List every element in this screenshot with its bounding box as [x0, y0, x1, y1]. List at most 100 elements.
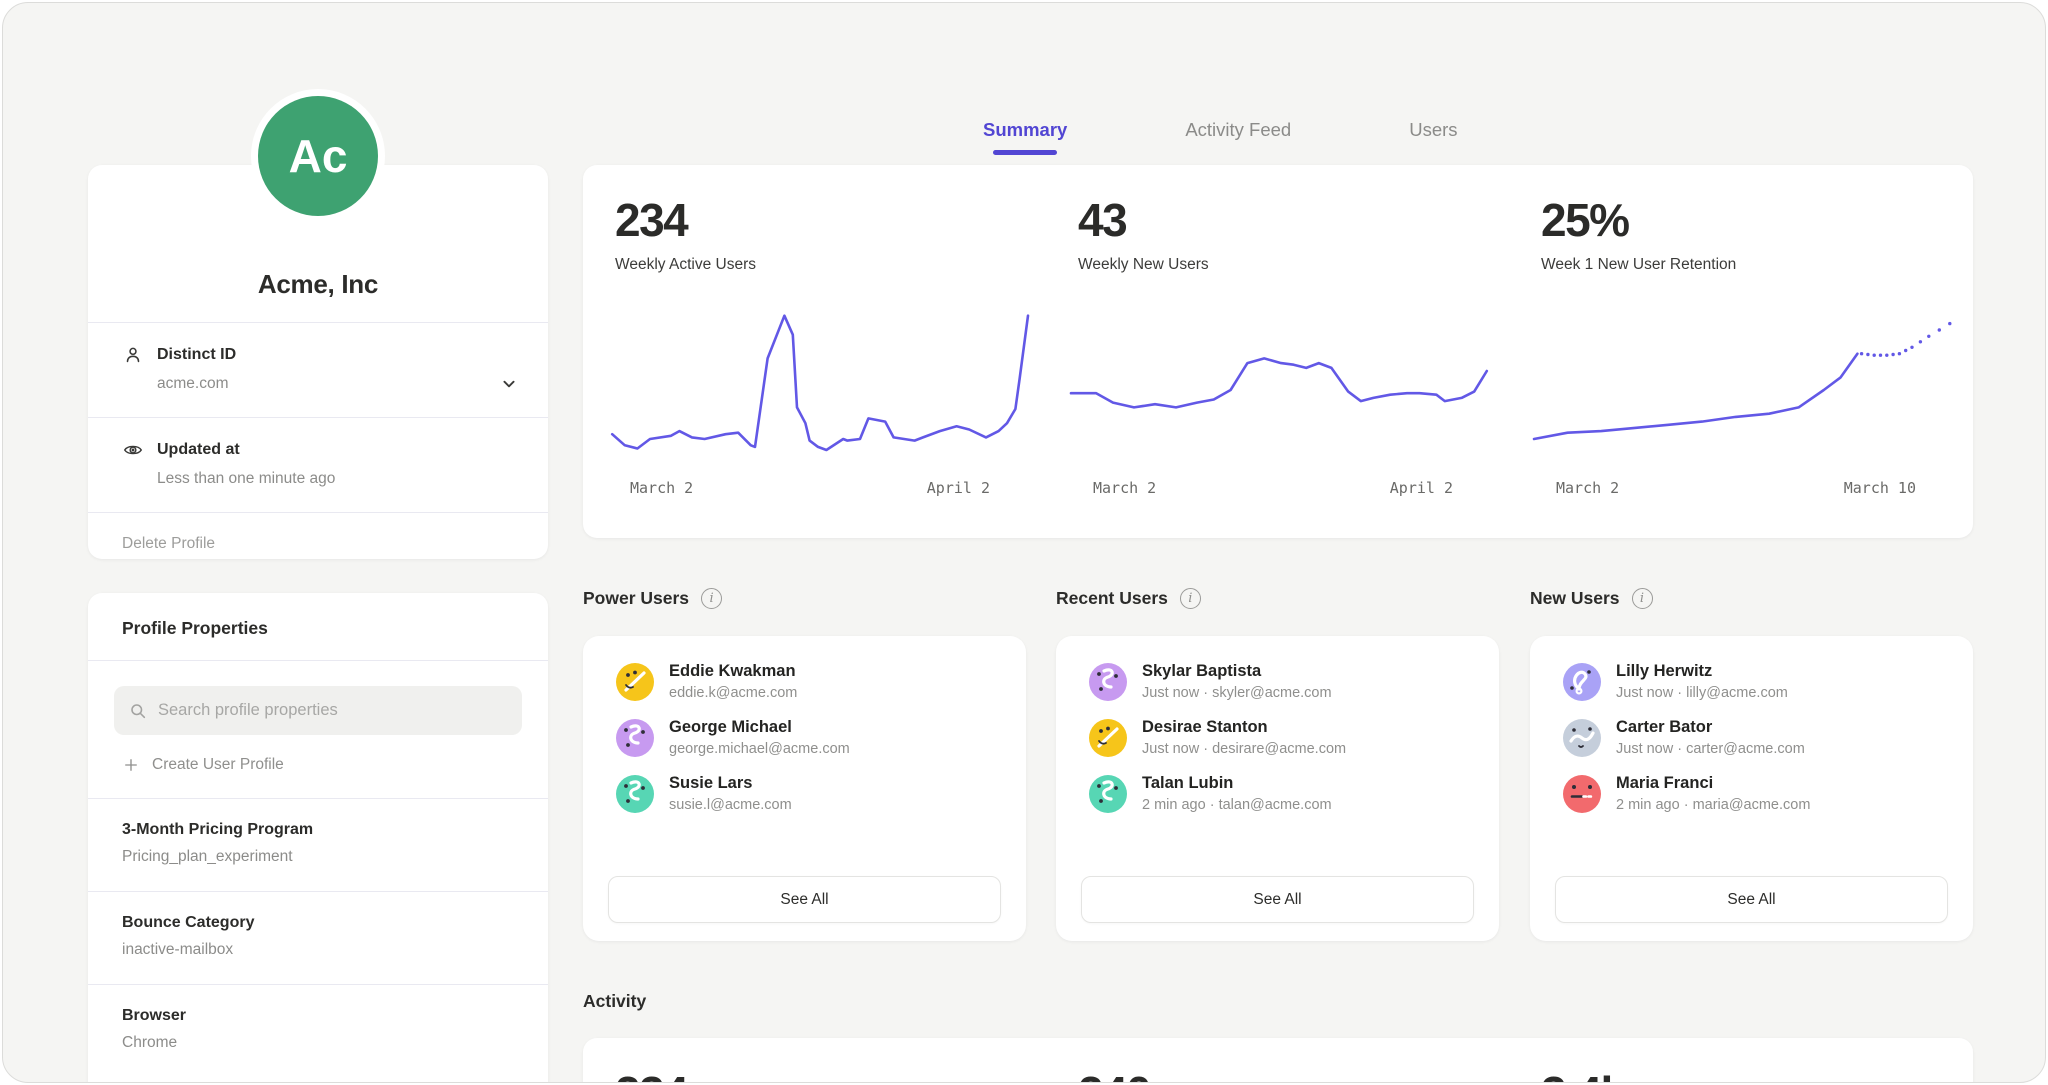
avatar-face-icon	[616, 663, 654, 701]
profile-card: Acme, Inc Distinct ID acme.com Updated a…	[88, 165, 548, 559]
user-list-item[interactable]: Skylar Baptista Just now · skyler@acme.c…	[1089, 662, 1469, 701]
power-users-heading: Power Users i	[583, 588, 722, 609]
property-value: inactive-mailbox	[122, 941, 514, 959]
distinct-id-row[interactable]: Distinct ID acme.com	[88, 322, 548, 417]
see-all-button[interactable]: See All	[608, 876, 1001, 923]
user-subtitle: eddie.k@acme.com	[669, 685, 797, 701]
user-avatar	[1563, 719, 1601, 757]
sparkline-weekly-new-users: March 2 April 2	[1071, 311, 1491, 497]
activity-card: 234 240 3.4k	[583, 1038, 1973, 1083]
delete-profile-button[interactable]: Delete Profile	[88, 512, 548, 575]
property-row[interactable]: Bounce Category inactive-mailbox	[88, 891, 548, 984]
stat-weekly-new-users: 43 Weekly New Users	[1078, 197, 1209, 274]
search-box[interactable]	[114, 686, 522, 735]
property-row[interactable]: 3-Month Pricing Program Pricing_plan_exp…	[88, 798, 548, 891]
user-avatar	[1089, 775, 1127, 813]
section-title: New Users	[1530, 588, 1620, 609]
tab-summary[interactable]: Summary	[983, 119, 1067, 155]
user-name: Desirae Stanton	[1142, 718, 1346, 737]
stat-label: Weekly Active Users	[615, 256, 756, 274]
property-row[interactable]: Browser Chrome	[88, 984, 548, 1077]
avatar-face-icon	[1089, 775, 1127, 813]
x-tick: March 2	[1556, 479, 1619, 497]
property-name: 3-Month Pricing Program	[122, 821, 514, 839]
stat-value: 234	[615, 197, 756, 243]
stat-label: Weekly New Users	[1078, 256, 1209, 274]
create-user-profile-button[interactable]: Create User Profile	[88, 735, 548, 798]
avatar-face-icon	[1089, 663, 1127, 701]
create-user-profile-label: Create User Profile	[152, 756, 284, 774]
user-list-item[interactable]: Carter Bator Just now · carter@acme.com	[1563, 718, 1943, 757]
chevron-down-icon[interactable]	[498, 373, 520, 395]
stat-weekly-active-users: 234 Weekly Active Users	[615, 197, 756, 274]
stat-week1-retention: 25% Week 1 New User Retention	[1541, 197, 1736, 274]
user-list-item[interactable]: Desirae Stanton Just now · desirare@acme…	[1089, 718, 1469, 757]
avatar-face-icon	[1563, 663, 1601, 701]
avatar-face-icon	[1563, 719, 1601, 757]
info-icon[interactable]: i	[701, 588, 722, 609]
property-name: Browser	[122, 1007, 514, 1025]
user-subtitle: Just now · carter@acme.com	[1616, 741, 1805, 757]
tab-users[interactable]: Users	[1409, 119, 1457, 155]
tab-activity-feed[interactable]: Activity Feed	[1185, 119, 1291, 155]
avatar-face-icon	[616, 719, 654, 757]
user-list: Skylar Baptista Just now · skyler@acme.c…	[1056, 636, 1499, 813]
updated-at-row: Updated at Less than one minute ago	[88, 417, 548, 512]
user-name: Skylar Baptista	[1142, 662, 1332, 681]
property-value: Pricing_plan_experiment	[122, 848, 514, 866]
user-subtitle: george.michael@acme.com	[669, 741, 850, 757]
stat-value: 240	[1078, 1070, 1150, 1083]
search-profile-properties-input[interactable]	[158, 701, 508, 720]
recent-users-card: Skylar Baptista Just now · skyler@acme.c…	[1056, 636, 1499, 941]
avatar-face-icon	[1089, 719, 1127, 757]
user-list: Eddie Kwakman eddie.k@acme.com George Mi…	[583, 636, 1026, 813]
user-subtitle: Just now · desirare@acme.com	[1142, 741, 1346, 757]
see-all-button[interactable]: See All	[1555, 876, 1948, 923]
user-avatar	[1563, 663, 1601, 701]
user-list-item[interactable]: Susie Lars susie.l@acme.com	[616, 774, 996, 813]
property-name: Bounce Category	[122, 914, 514, 932]
summary-stats-card: 234 Weekly Active Users 43 Weekly New Us…	[583, 165, 1973, 538]
user-subtitle: 2 min ago · talan@acme.com	[1142, 797, 1332, 813]
app-frame: Ac Acme, Inc Distinct ID acme.com Upda	[2, 2, 2046, 1083]
user-avatar	[1563, 775, 1601, 813]
section-title: Recent Users	[1056, 588, 1168, 609]
stat-value: 3.4k	[1541, 1070, 1625, 1083]
user-name: Talan Lubin	[1142, 774, 1332, 793]
user-list-item[interactable]: Eddie Kwakman eddie.k@acme.com	[616, 662, 996, 701]
info-icon[interactable]: i	[1180, 588, 1201, 609]
company-avatar: Ac	[251, 89, 385, 223]
user-list-item[interactable]: Lilly Herwitz Just now · lilly@acme.com	[1563, 662, 1943, 701]
user-list-item[interactable]: Maria Franci 2 min ago · maria@acme.com	[1563, 774, 1943, 813]
search-icon	[128, 701, 148, 721]
user-name: Lilly Herwitz	[1616, 662, 1788, 681]
x-tick: March 2	[630, 479, 693, 497]
user-list-item[interactable]: George Michael george.michael@acme.com	[616, 718, 996, 757]
see-all-button[interactable]: See All	[1081, 876, 1474, 923]
stat-value: 25%	[1541, 197, 1736, 243]
activity-stat: 3.4k	[1541, 1070, 1625, 1083]
user-subtitle: susie.l@acme.com	[669, 797, 792, 813]
user-subtitle: Just now · skyler@acme.com	[1142, 685, 1332, 701]
new-users-card: Lilly Herwitz Just now · lilly@acme.com …	[1530, 636, 1973, 941]
user-name: Susie Lars	[669, 774, 792, 793]
eye-icon	[122, 439, 144, 461]
profile-properties-title: Profile Properties	[88, 593, 548, 660]
plus-icon	[122, 756, 140, 774]
company-name: Acme, Inc	[258, 269, 378, 300]
stat-value: 43	[1078, 197, 1209, 243]
user-subtitle: 2 min ago · maria@acme.com	[1616, 797, 1810, 813]
x-tick: April 2	[927, 479, 990, 497]
user-avatar	[1089, 719, 1127, 757]
user-list-item[interactable]: Talan Lubin 2 min ago · talan@acme.com	[1089, 774, 1469, 813]
info-icon[interactable]: i	[1632, 588, 1653, 609]
profile-properties-card: Profile Properties Create User Profile 3…	[88, 593, 548, 1083]
user-subtitle: Just now · lilly@acme.com	[1616, 685, 1788, 701]
activity-stat: 234	[615, 1070, 687, 1083]
user-avatar	[616, 775, 654, 813]
user-list: Lilly Herwitz Just now · lilly@acme.com …	[1530, 636, 1973, 813]
x-tick: April 2	[1390, 479, 1453, 497]
company-avatar-initials: Ac	[258, 96, 378, 216]
activity-heading: Activity	[583, 991, 646, 1012]
search-row	[88, 660, 548, 735]
